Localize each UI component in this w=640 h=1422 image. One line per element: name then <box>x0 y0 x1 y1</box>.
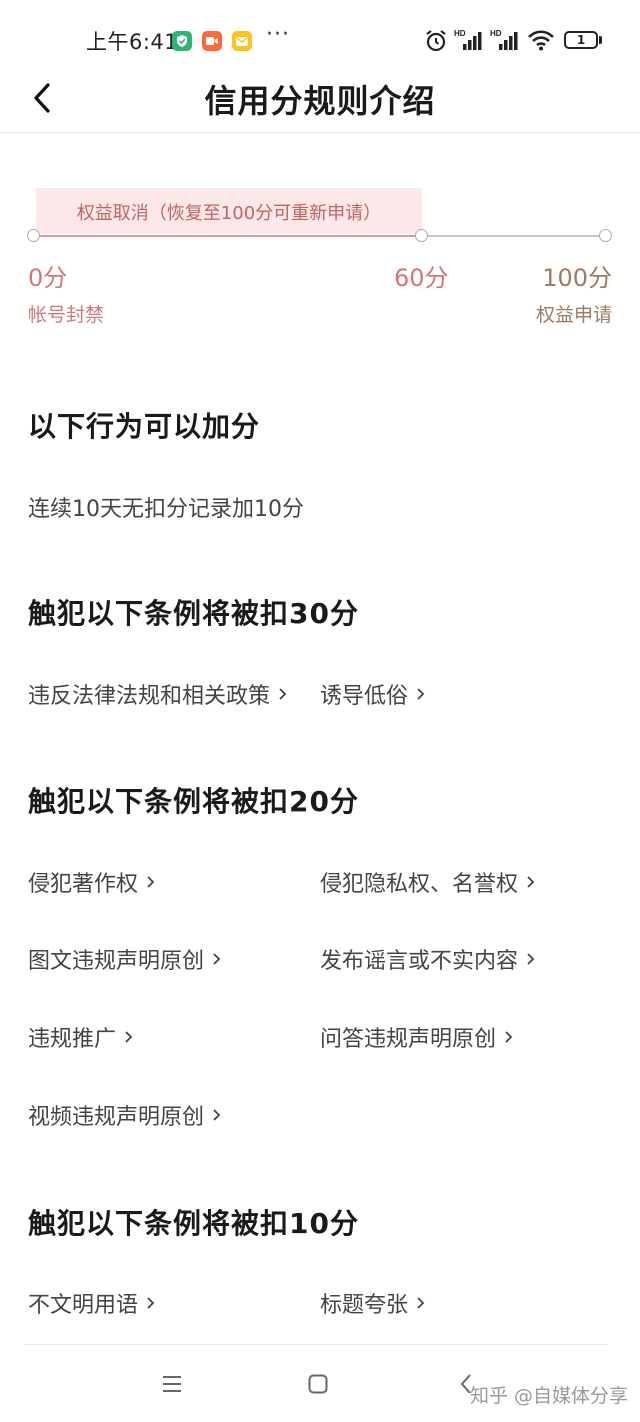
rule-link-label: 违规推广 <box>28 1027 117 1052</box>
status-time: 上午6:41 <box>86 30 179 54</box>
scale-dot-60 <box>415 229 428 242</box>
page-title: 信用分规则介绍 <box>204 82 436 120</box>
section-title-minus10: 触犯以下条例将被扣10分 <box>28 1207 359 1240</box>
chevron-right-icon <box>147 1297 155 1309</box>
rule-link-qa-original[interactable]: 问答违规声明原创 <box>320 1021 513 1053</box>
signal-2-icon: HD <box>490 28 520 56</box>
scale-value-0: 0分 <box>28 264 68 292</box>
menu-icon <box>163 1376 181 1392</box>
chevron-right-icon <box>213 953 221 965</box>
signal-1-icon: HD <box>454 28 484 56</box>
scale-track-normal <box>422 235 606 237</box>
battery-icon: 1 <box>564 31 598 49</box>
scale-dot-0 <box>27 229 40 242</box>
rule-link-label: 侵犯著作权 <box>28 872 139 897</box>
rule-link-privacy[interactable]: 侵犯隐私权、名誉权 <box>320 866 535 898</box>
rule-link-promotion[interactable]: 违规推广 <box>28 1021 133 1053</box>
rule-link-article-original[interactable]: 图文违规声明原创 <box>28 943 221 975</box>
chevron-right-icon <box>125 1031 133 1043</box>
rule-link-rumor[interactable]: 发布谣言或不实内容 <box>320 943 535 975</box>
scale-track-penalty <box>34 235 422 237</box>
rule-link-label: 不文明用语 <box>28 1293 139 1318</box>
rule-link-copyright[interactable]: 侵犯著作权 <box>28 866 155 898</box>
rule-link-label: 发布谣言或不实内容 <box>320 949 519 974</box>
section-title-add: 以下行为可以加分 <box>28 410 261 443</box>
rule-link-label: 违反法律法规和相关政策 <box>28 684 271 709</box>
rule-link-uncivil-language[interactable]: 不文明用语 <box>28 1287 155 1319</box>
menu-button[interactable] <box>152 1368 192 1400</box>
chevron-right-icon <box>147 876 155 888</box>
rule-add-text: 连续10天无扣分记录加10分 <box>28 497 304 522</box>
section-title-minus20: 触犯以下条例将被扣20分 <box>28 785 359 818</box>
bottom-divider <box>24 1344 608 1345</box>
chevron-right-icon <box>505 1031 513 1043</box>
hd-label: HD <box>454 29 466 38</box>
rule-link-label: 图文违规声明原创 <box>28 949 205 974</box>
rule-link-law-violation[interactable]: 违反法律法规和相关政策 <box>28 678 287 710</box>
wifi-icon <box>527 29 555 55</box>
watermark: 知乎 @自媒体分享 <box>470 1385 629 1407</box>
rule-link-video-original[interactable]: 视频违规声明原创 <box>28 1099 221 1131</box>
battery-level: 1 <box>576 33 586 47</box>
rule-link-label: 标题夸张 <box>320 1293 409 1318</box>
scale-label-banned: 帐号封禁 <box>28 304 105 326</box>
chevron-right-icon <box>527 876 535 888</box>
chevron-right-icon <box>527 953 535 965</box>
rule-link-exaggerated-title[interactable]: 标题夸张 <box>320 1287 425 1319</box>
rule-link-label: 问答违规声明原创 <box>320 1027 497 1052</box>
shield-app-icon <box>172 31 192 51</box>
home-button[interactable] <box>298 1368 338 1400</box>
chevron-right-icon <box>417 1297 425 1309</box>
mail-app-icon <box>232 31 252 51</box>
scale-value-60: 60分 <box>394 264 449 292</box>
alarm-icon <box>424 29 448 57</box>
scale-dot-100 <box>599 229 612 242</box>
scale-label-apply: 权益申请 <box>535 304 612 326</box>
rule-link-label: 诱导低俗 <box>320 684 409 709</box>
chevron-right-icon <box>417 688 425 700</box>
more-notifications-icon: ··· <box>266 22 290 47</box>
home-square-icon <box>308 1374 328 1394</box>
chevron-right-icon <box>213 1109 221 1121</box>
rule-link-label: 视频违规声明原创 <box>28 1105 205 1130</box>
scale-banner-text: 权益取消（恢复至100分可重新申请） <box>76 203 382 224</box>
hd-label: HD <box>490 29 502 38</box>
chevron-right-icon <box>279 688 287 700</box>
battery-tip <box>599 36 602 44</box>
rule-link-vulgar[interactable]: 诱导低俗 <box>320 678 425 710</box>
scale-value-100: 100分 <box>542 264 612 292</box>
section-title-minus30: 触犯以下条例将被扣30分 <box>28 597 359 630</box>
header-divider <box>0 132 640 133</box>
video-app-icon <box>202 31 222 51</box>
rule-link-label: 侵犯隐私权、名誉权 <box>320 872 519 897</box>
